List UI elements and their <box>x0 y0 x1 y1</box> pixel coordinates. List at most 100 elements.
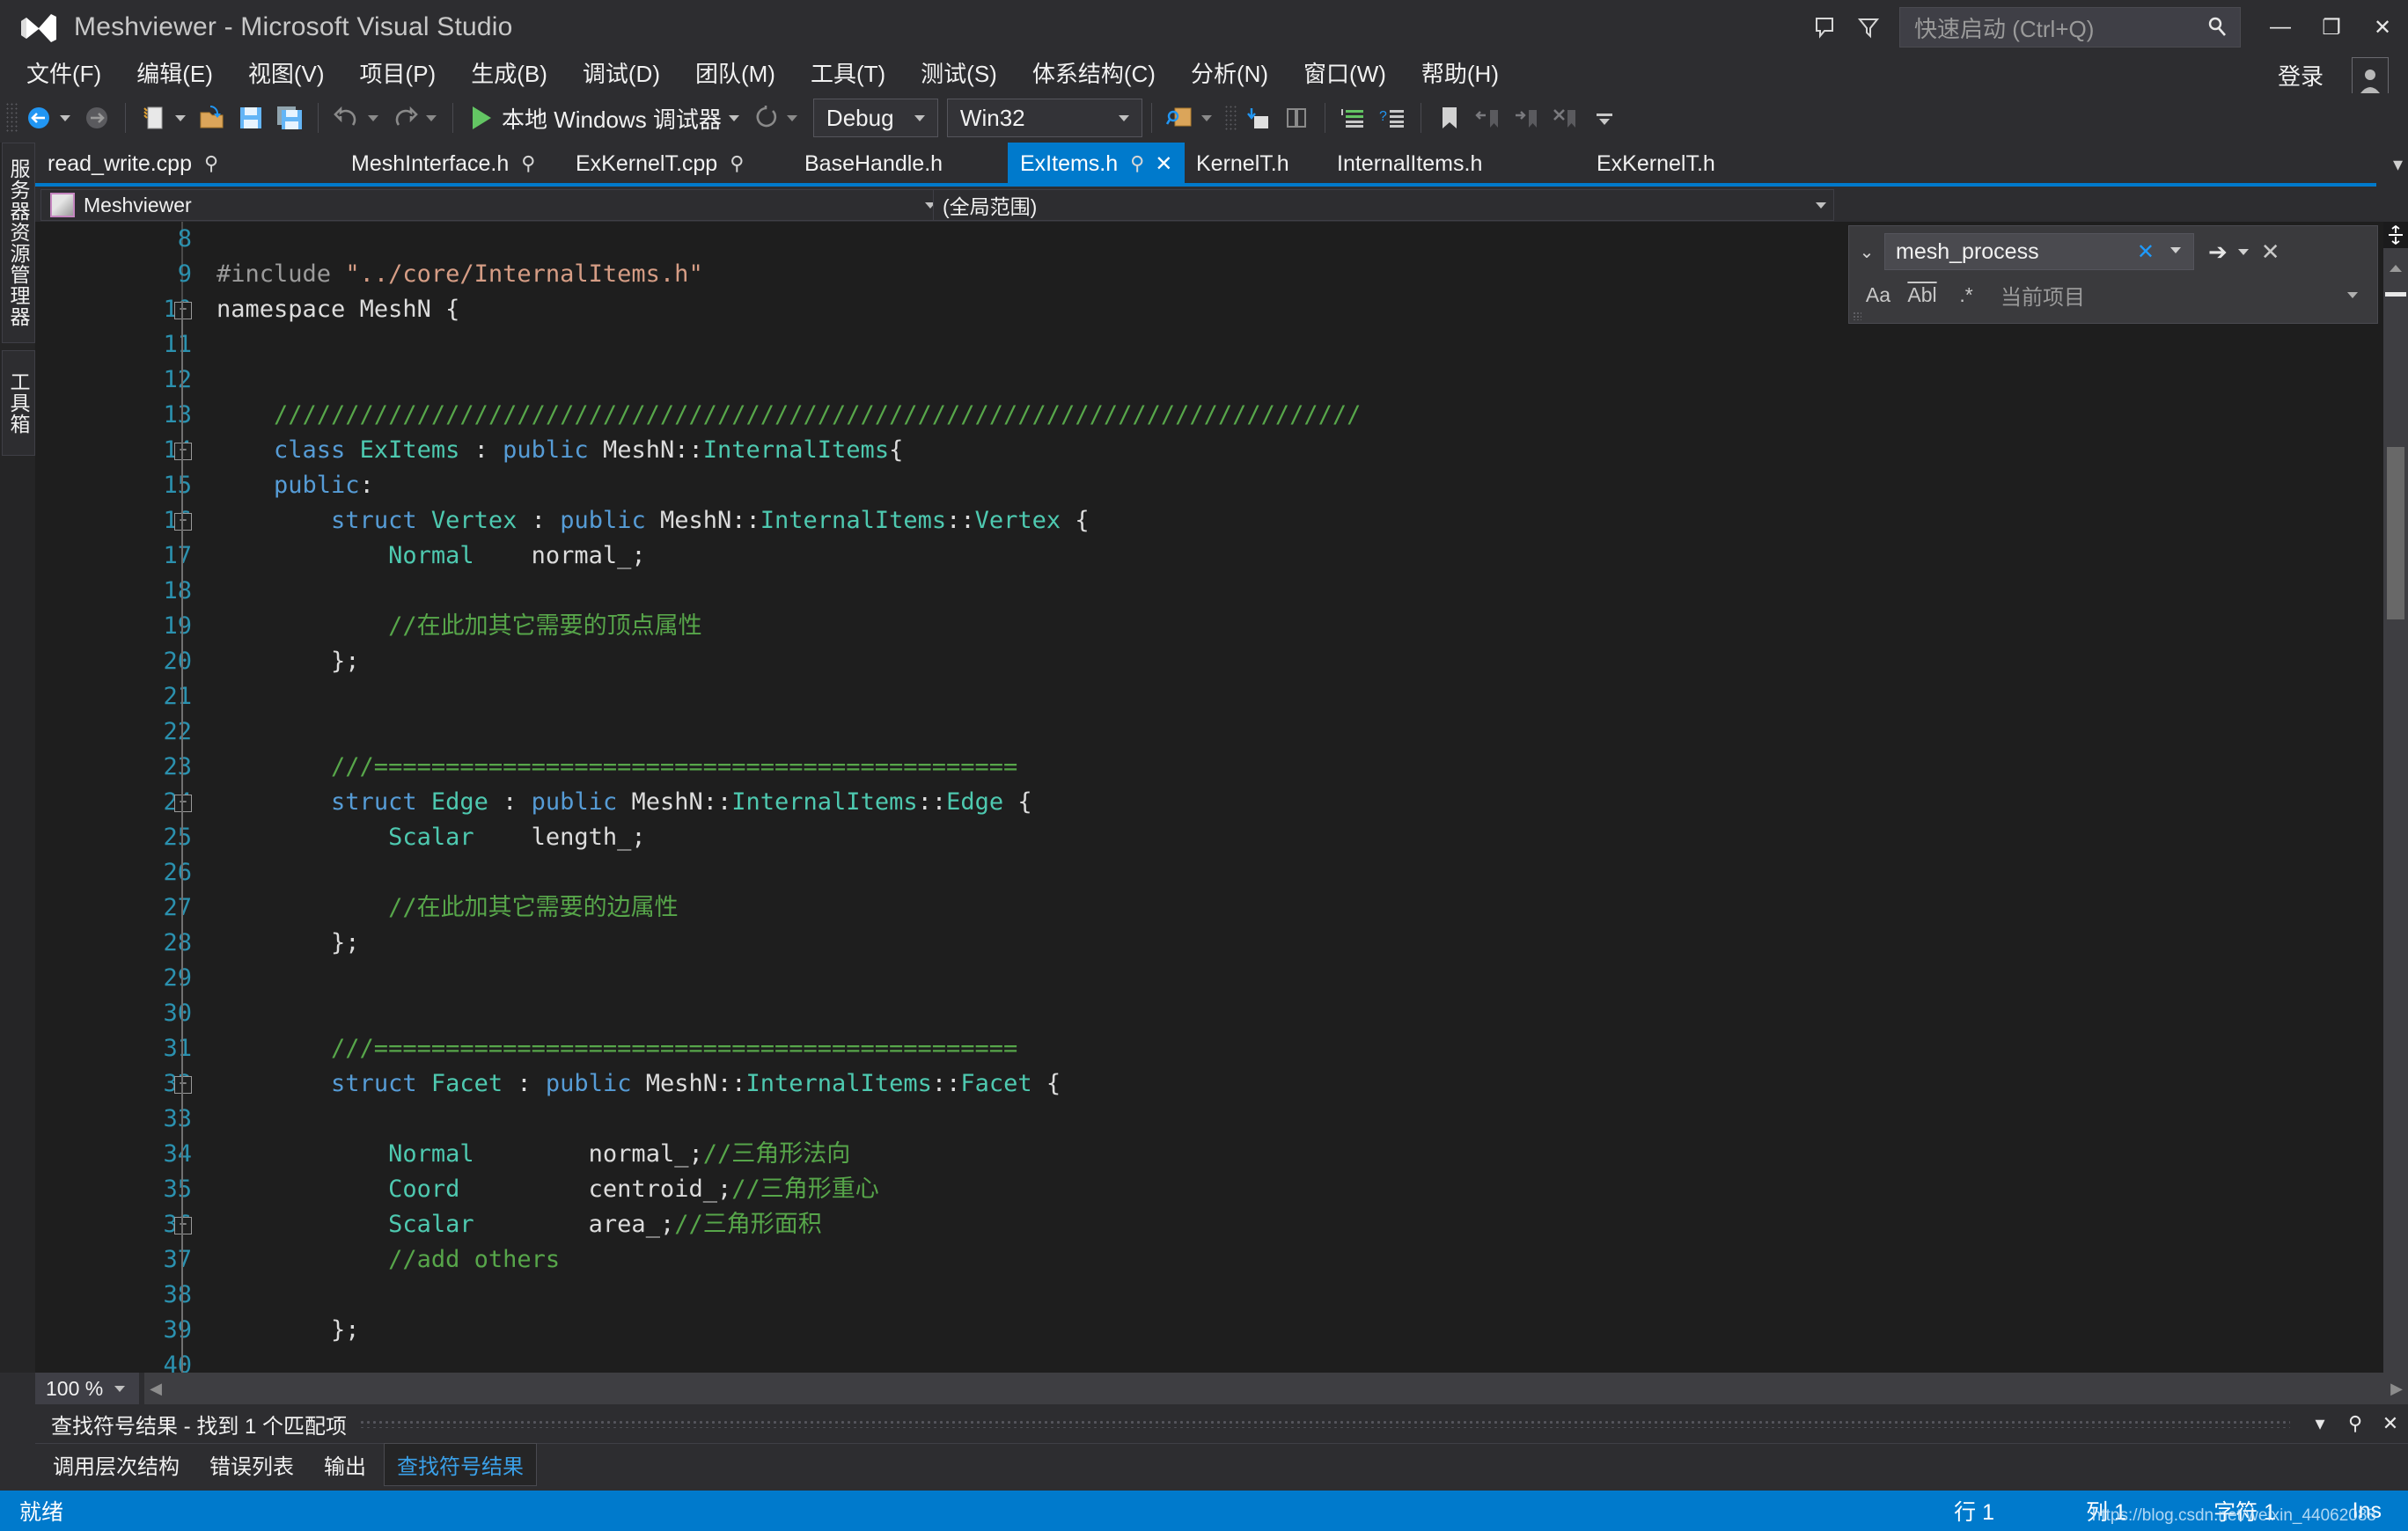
scroll-right-button[interactable]: ▶ <box>2385 1373 2408 1404</box>
minimize-button[interactable]: — <box>2255 4 2306 50</box>
expand-replace-chevron-icon[interactable]: ⌄ <box>1849 241 1884 263</box>
find-widget-resize-grip[interactable] <box>1853 311 1861 320</box>
menu-item-7[interactable]: 工具(T) <box>797 53 899 92</box>
member-scope-combo[interactable]: (全局范围) <box>933 189 1834 221</box>
scrollbar-thumb[interactable] <box>2387 447 2404 619</box>
feedback-icon[interactable] <box>1802 8 1846 47</box>
filter-icon[interactable] <box>1846 8 1890 47</box>
fold-collapse-icon[interactable]: − <box>174 513 192 531</box>
match-whole-word-icon[interactable]: Abl <box>1907 283 1937 307</box>
panel-tab-0[interactable]: 调用层次结构 <box>40 1444 192 1485</box>
bookmark-icon[interactable] <box>1430 99 1469 137</box>
fold-collapse-icon[interactable]: − <box>174 302 192 319</box>
redo-dropdown-icon[interactable] <box>426 114 437 121</box>
menu-item-2[interactable]: 视图(V) <box>234 53 339 92</box>
menu-item-4[interactable]: 生成(B) <box>457 53 562 92</box>
document-tab-4[interactable]: ExItems.h ⚲ ✕ <box>1008 143 1186 185</box>
document-tab-3[interactable]: BaseHandle.h <box>792 143 955 185</box>
solution-platform-combo[interactable]: Win32 <box>946 99 1142 137</box>
code-text-area[interactable]: #include "../core/InternalItems.h" namesp… <box>217 222 2408 1373</box>
fold-collapse-icon[interactable]: − <box>174 795 192 812</box>
open-file-icon[interactable] <box>193 99 231 137</box>
editor-vertical-scrollbar[interactable] <box>2383 222 2408 1373</box>
find-history-dropdown-icon[interactable] <box>2170 247 2181 253</box>
restart-dropdown-icon[interactable] <box>786 114 797 121</box>
maximize-restore-button[interactable]: ❐ <box>2306 4 2357 50</box>
menu-item-1[interactable]: 编辑(E) <box>122 53 227 92</box>
uncomment-lines-icon[interactable]: ? <box>1373 99 1412 137</box>
match-case-icon[interactable]: Aa <box>1863 283 1893 307</box>
sign-in-button[interactable]: 登录 <box>2278 59 2324 92</box>
document-tab-1[interactable]: MeshInterface.h ⚲ <box>339 143 547 185</box>
fold-collapse-icon[interactable]: − <box>174 1217 192 1234</box>
menu-item-11[interactable]: 窗口(W) <box>1289 53 1400 92</box>
menu-item-9[interactable]: 体系结构(C) <box>1018 53 1170 92</box>
new-project-icon[interactable] <box>135 99 173 137</box>
find-next-icon[interactable]: ➔ <box>2208 238 2228 266</box>
navigate-back-icon[interactable] <box>19 99 58 137</box>
previous-bookmark-icon[interactable] <box>1469 99 1508 137</box>
menu-item-10[interactable]: 分析(N) <box>1177 53 1282 92</box>
find-direction-dropdown-icon[interactable] <box>2237 248 2249 255</box>
save-icon[interactable] <box>231 99 270 137</box>
menu-item-0[interactable]: 文件(F) <box>12 53 115 92</box>
split-view-icon[interactable] <box>2383 222 2408 248</box>
document-tab-7[interactable]: ExKernelT.h <box>1584 143 1728 185</box>
new-project-dropdown-icon[interactable] <box>175 114 186 121</box>
panel-tab-1[interactable]: 错误列表 <box>197 1444 306 1485</box>
find-scope-value[interactable]: 当前项目 <box>2001 280 2085 311</box>
find-dropdown-icon[interactable] <box>1200 114 1212 121</box>
start-debugging-button[interactable]: 本地 Windows 调试器 <box>462 99 727 137</box>
scroll-up-button[interactable] <box>2383 252 2408 285</box>
account-avatar-icon[interactable] <box>2352 57 2389 96</box>
fold-collapse-icon[interactable]: − <box>174 443 192 460</box>
undo-icon[interactable] <box>327 99 366 137</box>
menu-item-12[interactable]: 帮助(H) <box>1407 53 1513 92</box>
find-in-files-icon[interactable] <box>1161 99 1200 137</box>
project-scope-combo[interactable]: Meshviewer <box>40 189 943 221</box>
navigate-back-dropdown-icon[interactable] <box>60 114 70 121</box>
scroll-left-button[interactable]: ◀ <box>144 1373 167 1404</box>
close-find-icon[interactable]: ✕ <box>2261 238 2280 266</box>
redo-icon[interactable] <box>385 99 424 137</box>
tab-overflow-icon[interactable]: ▾ <box>2393 153 2403 176</box>
solution-configuration-combo[interactable]: Debug <box>812 99 938 137</box>
panel-tab-2[interactable]: 输出 <box>312 1444 378 1485</box>
step-into-icon[interactable] <box>1238 99 1277 137</box>
next-bookmark-icon[interactable] <box>1508 99 1546 137</box>
document-tab-5[interactable]: KernelT.h <box>1184 143 1302 185</box>
editor-horizontal-scrollbar[interactable]: ◀ ▶ <box>144 1373 2408 1404</box>
comment-lines-icon[interactable] <box>1334 99 1373 137</box>
clear-bookmarks-icon[interactable] <box>1546 99 1585 137</box>
close-window-button[interactable]: ✕ <box>2357 4 2408 50</box>
use-regex-icon[interactable]: .* <box>1951 283 1981 307</box>
menu-item-5[interactable]: 调试(D) <box>569 53 674 92</box>
find-input[interactable]: mesh_process ✕ <box>1884 233 2194 270</box>
start-debugging-dropdown-icon[interactable] <box>728 114 739 121</box>
panel-close-icon[interactable]: ✕ <box>2373 1412 2408 1435</box>
panel-dropdown-icon[interactable]: ▾ <box>2302 1412 2338 1435</box>
close-tab-icon[interactable]: ✕ <box>1155 151 1172 177</box>
restart-icon[interactable] <box>746 99 785 137</box>
toolbar-overflow-icon[interactable] <box>1585 99 1624 137</box>
toolbar-grip[interactable] <box>5 102 19 134</box>
document-tab-0[interactable]: read_write.cpp ⚲ <box>35 143 231 185</box>
code-editor[interactable]: 8910−11121314−1516−1718192021222324−2526… <box>35 222 2408 1379</box>
panel-tab-3[interactable]: 查找符号结果 <box>384 1442 537 1486</box>
menu-item-6[interactable]: 团队(M) <box>681 53 789 92</box>
save-all-icon[interactable] <box>270 99 309 137</box>
pin-icon[interactable]: ⚲ <box>204 152 218 175</box>
sidebar-item-server-explorer[interactable]: 服务器资源管理器 <box>2 143 35 343</box>
zoom-level-combo[interactable]: 100 % <box>35 1373 139 1404</box>
toolbar-grip-2[interactable] <box>1223 105 1238 131</box>
pin-icon[interactable]: ⚲ <box>1130 152 1144 175</box>
quick-launch-input[interactable]: 快速启动 (Ctrl+Q) <box>1899 7 2241 48</box>
panel-pin-icon[interactable]: ⚲ <box>2338 1412 2373 1435</box>
undo-dropdown-icon[interactable] <box>368 114 378 121</box>
sidebar-item-toolbox[interactable]: 工具箱 <box>2 350 35 456</box>
pin-icon[interactable]: ⚲ <box>521 152 535 175</box>
find-scope-dropdown-icon[interactable] <box>2347 291 2358 298</box>
clear-find-icon[interactable]: ✕ <box>2137 239 2155 265</box>
menu-item-3[interactable]: 项目(P) <box>346 53 451 92</box>
step-over-icon[interactable] <box>1277 99 1316 137</box>
